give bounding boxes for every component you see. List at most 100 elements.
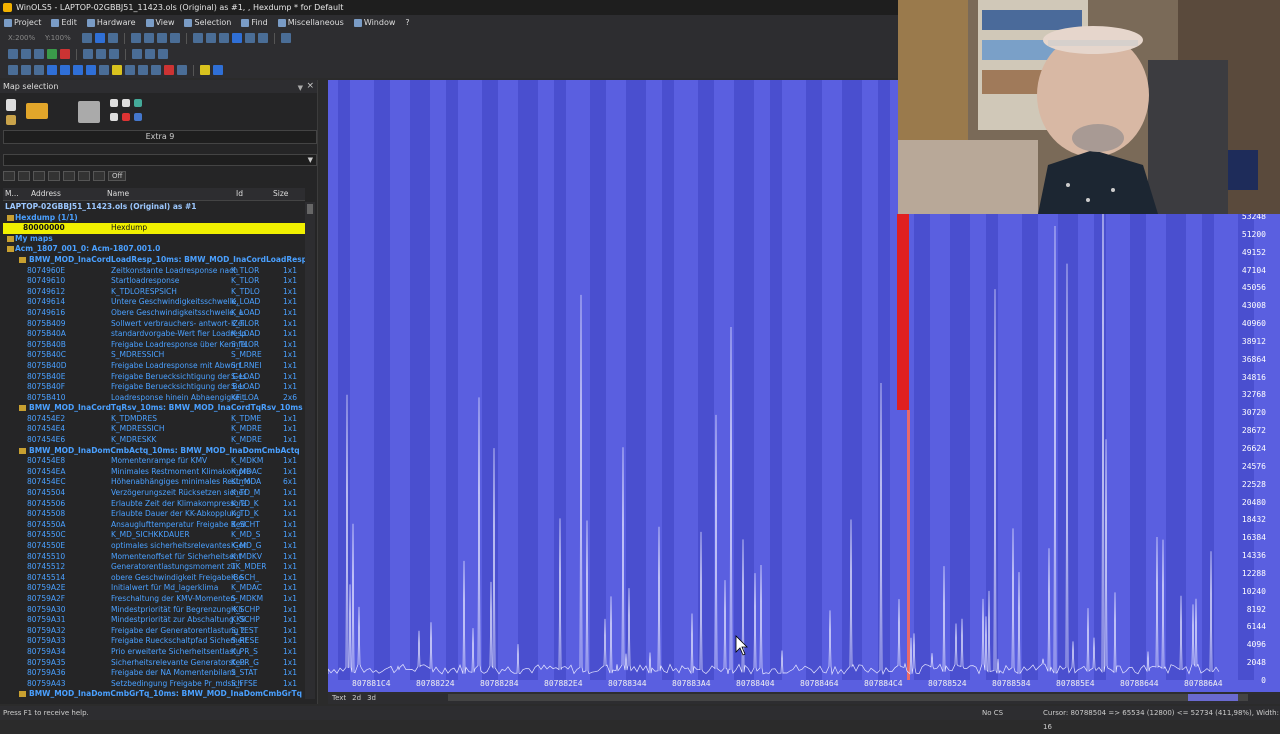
next-icon[interactable]: [86, 65, 96, 75]
map-row[interactable]: 80759A2E Initialwert für Md_lagerklima K_M…: [3, 583, 305, 594]
map-row[interactable]: 80745514 obere Geschwindigkeit Freigabe B…: [3, 573, 305, 584]
filter-button-5[interactable]: [63, 171, 75, 181]
folder-icon[interactable]: [26, 103, 48, 119]
map-row[interactable]: 80759A31 Mindestpriorität zur Abschaltung…: [3, 615, 305, 626]
toolbar-button-2[interactable]: [95, 33, 105, 43]
map-row[interactable]: 80749614 Untere Geschwindigkeitsschwelle,…: [3, 297, 305, 308]
toolbar-button-9[interactable]: [206, 33, 216, 43]
map-filter-combo[interactable]: ▼: [3, 154, 317, 166]
map-row[interactable]: 80749616 Obere Geschwindigkeitsschwelle, …: [3, 308, 305, 319]
small-icon-5[interactable]: [122, 113, 130, 121]
save-icon[interactable]: [6, 115, 16, 125]
map-row[interactable]: 8075B40C S_MDRESSICH S_MDRE 1x1: [3, 350, 305, 361]
toolbar-button-11[interactable]: [232, 33, 242, 43]
map-row[interactable]: 80745506 Erlaubte Zeit der Klimakompresso…: [3, 499, 305, 510]
graph-hscrollbar[interactable]: [448, 694, 1248, 701]
menu-view[interactable]: View: [145, 18, 174, 27]
column-name[interactable]: Name: [107, 189, 129, 198]
map-row[interactable]: 80759A30 Mindestpriorität für Begrenzung …: [3, 605, 305, 616]
map-row[interactable]: 8074550C K_MD_SICHKKDAUER K_MD_S 1x1: [3, 530, 305, 541]
toolbar-button-8[interactable]: [193, 33, 203, 43]
zoom-x-field[interactable]: X:200%: [8, 34, 42, 42]
column-size[interactable]: Size: [273, 189, 288, 198]
small-icon-4[interactable]: [110, 113, 118, 121]
map-row[interactable]: 807454EC Höhenabhängiges minimales Restmo…: [3, 477, 305, 488]
menu-hardware[interactable]: Hardware: [86, 18, 136, 27]
hexdump-row[interactable]: 80000000 Hexdump: [3, 223, 305, 234]
toolbar-button-22[interactable]: [21, 65, 31, 75]
map-group[interactable]: BMW_MOD_InaDomCmbGrTq_10ms: BMW_MOD_InaD…: [3, 689, 305, 699]
filter-button-4[interactable]: [48, 171, 60, 181]
toolbar-button-26[interactable]: [125, 65, 135, 75]
toolbar-button-undo[interactable]: [8, 49, 18, 59]
map-row[interactable]: 80745510 Momentenoffset für Sicherheitsen…: [3, 552, 305, 563]
map-row[interactable]: 807454E8 Momentenrampe für KMV K_MDKM 1x1: [3, 456, 305, 467]
play-icon[interactable]: [73, 65, 83, 75]
toolbar-button-32[interactable]: [213, 65, 223, 75]
toolbar-button-10[interactable]: [219, 33, 229, 43]
map-row[interactable]: 8075B410 Loadresponse hinein Abhaengigkei…: [3, 393, 305, 404]
map-row[interactable]: 807454E4 K_MDRESSICH K_MDRE 1x1: [3, 424, 305, 435]
map-row[interactable]: 80745512 Generatorentlastungsmoment zu TK_…: [3, 562, 305, 573]
project-row[interactable]: LAPTOP-02GBBJ51_11423.ols (Original) as …: [3, 202, 305, 213]
toolbar-button-25[interactable]: [112, 65, 122, 75]
toolbar-button-copy[interactable]: [47, 49, 57, 59]
toolbar-button-30[interactable]: [177, 65, 187, 75]
column-marker[interactable]: M...: [5, 189, 19, 198]
toolbar-button-16[interactable]: [96, 49, 106, 59]
map-row[interactable]: 80759A32 Freigabe der Generatorentlastung…: [3, 626, 305, 637]
map-row[interactable]: 807454E6 K_MDRESKK K_MDRE 1x1: [3, 435, 305, 446]
map-group[interactable]: BMW_MOD_InaCordLoadResp_10ms: BMW_MOD_In…: [3, 255, 305, 266]
toolbar-button-paste[interactable]: [60, 49, 70, 59]
first-icon[interactable]: [47, 65, 57, 75]
toolbar-button-29[interactable]: [164, 65, 174, 75]
small-icon-2[interactable]: [122, 99, 130, 107]
new-file-icon[interactable]: [6, 99, 16, 111]
map-row[interactable]: 8075B40D Freigabe Loadresponse mit Abwurf…: [3, 361, 305, 372]
hexdump-group[interactable]: Hexdump (1/1): [3, 213, 305, 224]
toolbar-button-21[interactable]: [8, 65, 18, 75]
menu-window[interactable]: Window: [353, 18, 395, 27]
map-row[interactable]: 8074550E optimales sicherheitsrelevantes …: [3, 541, 305, 552]
small-icon-3[interactable]: [134, 99, 142, 107]
map-row[interactable]: 807454EA Minimales Restmoment Klimakompre…: [3, 467, 305, 478]
toolbar-button-4[interactable]: [131, 33, 141, 43]
map-group[interactable]: BMW_MOD_InaDomCmbActq_10ms: BMW_MOD_InaD…: [3, 446, 305, 457]
toolbar-button-31[interactable]: [200, 65, 210, 75]
close-icon[interactable]: ×: [306, 80, 314, 93]
map-row[interactable]: 8074550A Ansauglufttemperatur Freigabe Be…: [3, 520, 305, 531]
map-row[interactable]: 80759A33 Freigabe Rueckschaltpfad Sicherh…: [3, 636, 305, 647]
menu-miscellaneous[interactable]: Miscellaneous: [277, 18, 344, 27]
toolbar-button-6[interactable]: [157, 33, 167, 43]
map-row[interactable]: 80759A2F Freschaltung der KMV-Momenten- S_…: [3, 594, 305, 605]
toolbar-button-17[interactable]: [109, 49, 119, 59]
tab-2d[interactable]: 2d: [352, 694, 361, 702]
toolbar-button-12[interactable]: [245, 33, 255, 43]
map-row[interactable]: 8075B40A standardvorgabe-Wert fier Loadre…: [3, 329, 305, 340]
map-tree-scrollbar[interactable]: [305, 202, 315, 699]
tab-text[interactable]: Text: [332, 694, 346, 702]
toolbar-button-7[interactable]: [170, 33, 180, 43]
menu-help[interactable]: ?: [405, 18, 409, 27]
map-row[interactable]: 8075B40B Freigabe Loadresponse über Kennf…: [3, 340, 305, 351]
menu-edit[interactable]: Edit: [51, 18, 77, 27]
zoom-y-field[interactable]: Y:100%: [45, 34, 79, 42]
my-maps-group[interactable]: My maps: [3, 234, 305, 245]
toolbar-button-15[interactable]: [83, 49, 93, 59]
filter-button-6[interactable]: [78, 171, 90, 181]
scrollbar-thumb[interactable]: [1188, 694, 1238, 701]
map-row[interactable]: 80749612 K_TDLORESPSICH K_TDLO 1x1: [3, 287, 305, 298]
map-row[interactable]: 8074960E Zeitkonstante Loadresponse nach K…: [3, 266, 305, 277]
column-address[interactable]: Address: [31, 189, 61, 198]
map-row[interactable]: 80749610 Startloadresponse K_TLOR 1x1: [3, 276, 305, 287]
toolbar-button-18[interactable]: [132, 49, 142, 59]
map-row[interactable]: 80759A34 Prio erweiterte Sicherheitsentla…: [3, 647, 305, 658]
toolbar-button-27[interactable]: [138, 65, 148, 75]
menu-selection[interactable]: Selection: [184, 18, 231, 27]
small-icon-1[interactable]: [110, 99, 118, 107]
map-row[interactable]: 80759A36 Freigabe der NA Momentenbilanz S_…: [3, 668, 305, 679]
filter-button-2[interactable]: [18, 171, 30, 181]
filter-off-button[interactable]: Off: [108, 171, 127, 181]
toolbar-button-23[interactable]: [34, 65, 44, 75]
acm-group[interactable]: Acm_1807_001_0: Acm-1807.001.0: [3, 244, 305, 255]
